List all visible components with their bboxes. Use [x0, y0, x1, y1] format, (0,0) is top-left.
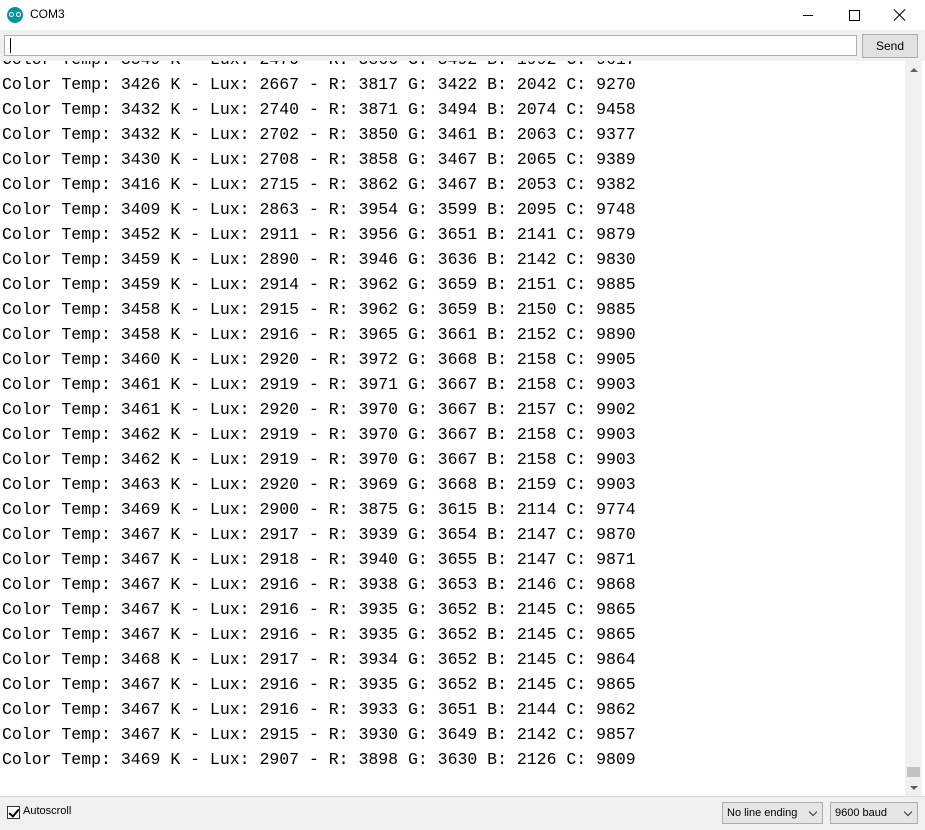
log-line: Color Temp: 3460 K - Lux: 2920 - R: 3972…: [2, 350, 636, 369]
log-line: Color Temp: 3462 K - Lux: 2919 - R: 3970…: [2, 450, 636, 469]
scrollbar-thumb[interactable]: [907, 767, 920, 777]
vertical-scrollbar[interactable]: [905, 61, 922, 796]
log-line: Color Temp: 3467 K - Lux: 2916 - R: 3935…: [2, 625, 636, 644]
log-line: Color Temp: 3467 K - Lux: 2915 - R: 3930…: [2, 725, 636, 744]
autoscroll-label[interactable]: Autoscroll: [23, 805, 71, 817]
log-line: Color Temp: 3467 K - Lux: 2916 - R: 3935…: [2, 600, 636, 619]
log-line: Color Temp: 3463 K - Lux: 2920 - R: 3969…: [2, 475, 636, 494]
log-line: Color Temp: 3469 K - Lux: 2907 - R: 3898…: [2, 750, 636, 769]
log-line: Color Temp: 3430 K - Lux: 2708 - R: 3858…: [2, 150, 636, 169]
close-icon: [894, 9, 906, 21]
chevron-down-icon: [903, 807, 913, 817]
send-button[interactable]: Send: [862, 34, 918, 58]
log-line: Color Temp: 3458 K - Lux: 2915 - R: 3962…: [2, 300, 636, 319]
log-line: Color Temp: 3467 K - Lux: 2918 - R: 3940…: [2, 550, 636, 569]
minimize-icon: [803, 14, 813, 16]
window-title: COM3: [30, 7, 65, 21]
close-button[interactable]: [877, 0, 923, 30]
arduino-icon: [7, 7, 23, 23]
log-line: Color Temp: 3426 K - Lux: 2667 - R: 3817…: [2, 75, 636, 94]
log-line: Color Temp: 3469 K - Lux: 2900 - R: 3875…: [2, 500, 636, 519]
chevron-down-icon: [808, 807, 818, 817]
serial-log: Color Temp: 3549 K - Lux: 2470 - R: 3866…: [2, 61, 636, 772]
log-line: Color Temp: 3459 K - Lux: 2890 - R: 3946…: [2, 250, 636, 269]
baud-rate-select[interactable]: 9600 baud: [830, 802, 918, 824]
scroll-up-icon[interactable]: [905, 61, 922, 78]
send-bar: Send: [0, 30, 925, 61]
log-line: Color Temp: 3459 K - Lux: 2914 - R: 3962…: [2, 275, 636, 294]
log-line: Color Temp: 3468 K - Lux: 2917 - R: 3934…: [2, 650, 636, 669]
log-line: Color Temp: 3467 K - Lux: 2916 - R: 3938…: [2, 575, 636, 594]
log-line: Color Temp: 3458 K - Lux: 2916 - R: 3965…: [2, 325, 636, 344]
log-line: Color Temp: 3462 K - Lux: 2919 - R: 3970…: [2, 425, 636, 444]
log-line: Color Temp: 3549 K - Lux: 2470 - R: 3866…: [2, 61, 636, 72]
maximize-icon: [848, 9, 860, 21]
log-line: Color Temp: 3432 K - Lux: 2702 - R: 3850…: [2, 125, 636, 144]
scroll-down-icon[interactable]: [905, 779, 922, 796]
title-bar: COM3: [0, 0, 925, 30]
baud-rate-value: 9600 baud: [835, 807, 887, 819]
log-line: Color Temp: 3416 K - Lux: 2715 - R: 3862…: [2, 175, 636, 194]
line-ending-select[interactable]: No line ending: [722, 802, 823, 824]
log-line: Color Temp: 3409 K - Lux: 2863 - R: 3954…: [2, 200, 636, 219]
minimize-button[interactable]: [785, 0, 831, 30]
log-line: Color Temp: 3461 K - Lux: 2919 - R: 3971…: [2, 375, 636, 394]
text-caret: [10, 38, 11, 53]
maximize-button[interactable]: [831, 0, 877, 30]
line-ending-value: No line ending: [727, 807, 798, 819]
log-line: Color Temp: 3452 K - Lux: 2911 - R: 3956…: [2, 225, 636, 244]
log-line: Color Temp: 3461 K - Lux: 2920 - R: 3970…: [2, 400, 636, 419]
autoscroll-checkbox[interactable]: [7, 806, 20, 819]
serial-input[interactable]: [4, 35, 857, 56]
log-line: Color Temp: 3467 K - Lux: 2917 - R: 3939…: [2, 525, 636, 544]
status-bar: Autoscroll No line ending 9600 baud: [0, 796, 925, 830]
log-line: Color Temp: 3467 K - Lux: 2916 - R: 3935…: [2, 675, 636, 694]
log-line: Color Temp: 3432 K - Lux: 2740 - R: 3871…: [2, 100, 636, 119]
serial-output[interactable]: Color Temp: 3549 K - Lux: 2470 - R: 3866…: [0, 61, 905, 796]
log-line: Color Temp: 3467 K - Lux: 2916 - R: 3933…: [2, 700, 636, 719]
